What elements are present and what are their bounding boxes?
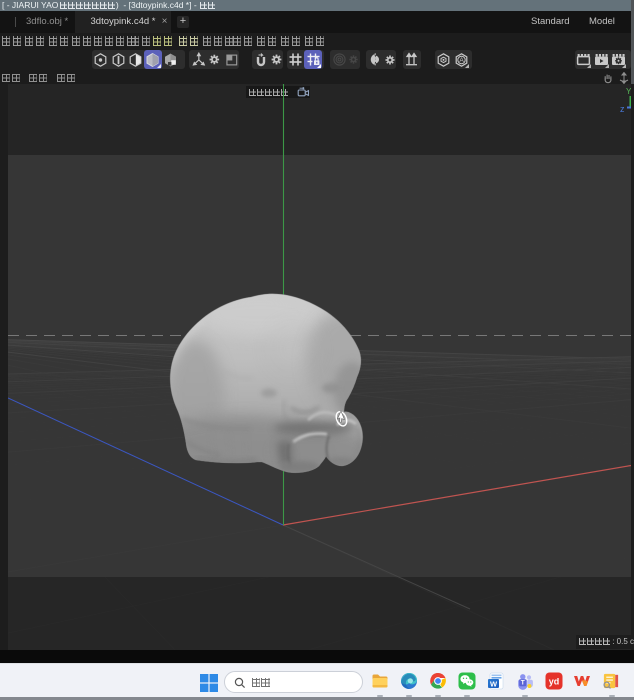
svg-text:W: W bbox=[490, 679, 498, 688]
svg-text:T: T bbox=[521, 680, 525, 687]
svg-text:z: z bbox=[620, 104, 625, 114]
svg-text:Y: Y bbox=[626, 87, 632, 96]
svg-text:A: A bbox=[459, 57, 464, 64]
svg-text:yd: yd bbox=[549, 677, 560, 687]
